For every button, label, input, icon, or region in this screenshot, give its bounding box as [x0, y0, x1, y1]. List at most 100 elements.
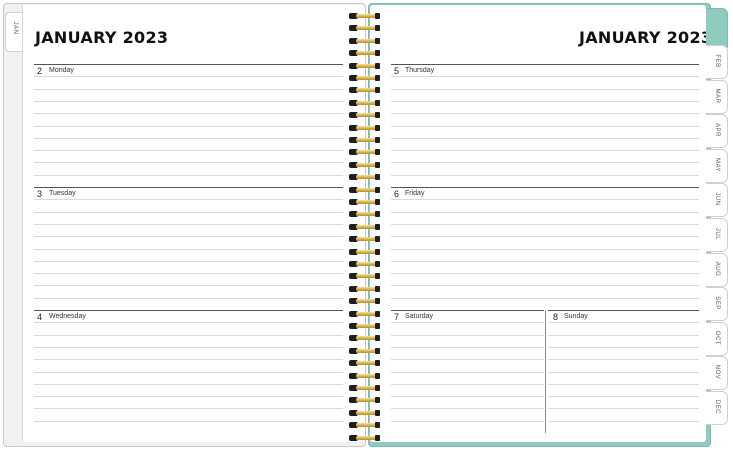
month-tab-feb[interactable]: FEB: [706, 45, 728, 79]
month-tab-label: AUG: [714, 261, 720, 276]
writing-line-sunday: [548, 359, 699, 360]
day-name: Tuesday: [49, 190, 76, 197]
writing-line-thursday: [391, 138, 699, 139]
writing-line-tuesday: [34, 249, 343, 250]
writing-line-monday: [34, 89, 343, 90]
writing-line-sunday: [548, 335, 699, 336]
writing-line-thursday: [391, 101, 699, 102]
writing-line-sunday: [548, 372, 699, 373]
writing-line-thursday: [391, 76, 699, 77]
spiral-ring: [349, 422, 381, 429]
writing-line-tuesday: [34, 273, 343, 274]
spiral-ring: [349, 13, 381, 19]
day-header-tuesday: 3 Tuesday: [34, 187, 343, 199]
writing-line-tuesday: [34, 236, 343, 237]
writing-line-saturday: [391, 347, 544, 348]
writing-line-saturday: [391, 408, 544, 409]
writing-line-friday: [391, 285, 699, 286]
spiral-ring: [349, 323, 381, 329]
spiral-ring: [349, 335, 381, 342]
month-tab-mar[interactable]: MAR: [706, 79, 728, 114]
weekend-divider: [545, 310, 546, 433]
writing-line-thursday: [391, 126, 699, 127]
writing-line-sunday: [548, 421, 699, 422]
writing-line-friday: [391, 236, 699, 237]
month-tab-label: OCT: [714, 330, 720, 345]
day-header-friday: 6 Friday: [391, 187, 699, 199]
day-number: 5: [394, 66, 400, 76]
day-header-sunday: 8 Sunday: [548, 310, 699, 322]
month-tab-dec[interactable]: DEC: [706, 391, 728, 425]
writing-line-wednesday: [34, 408, 343, 409]
writing-line-friday: [391, 224, 699, 225]
spiral-ring: [349, 298, 381, 305]
day-header-wednesday: 4 Wednesday: [34, 310, 343, 322]
writing-line-wednesday: [34, 335, 343, 336]
day-name: Wednesday: [49, 313, 86, 320]
month-tab-may[interactable]: MAY: [706, 148, 728, 183]
day-number: 8: [553, 312, 559, 322]
month-tab-sep[interactable]: SEP: [706, 287, 728, 322]
day-header-thursday: 5 Thursday: [391, 64, 699, 76]
spiral-ring: [349, 397, 381, 404]
writing-line-tuesday: [34, 199, 343, 200]
writing-line-wednesday: [34, 384, 343, 385]
writing-line-monday: [34, 113, 343, 114]
spiral-ring: [349, 174, 381, 181]
spiral-ring: [349, 248, 381, 255]
writing-line-thursday: [391, 175, 699, 176]
writing-line-wednesday: [34, 359, 343, 360]
writing-line-saturday: [391, 322, 544, 323]
month-tab-label: APR: [714, 123, 720, 138]
writing-line-thursday: [391, 113, 699, 114]
writing-line-sunday: [548, 384, 699, 385]
day-name: Friday: [405, 190, 425, 197]
month-tab-nov[interactable]: NOV: [706, 356, 728, 391]
writing-line-saturday: [391, 384, 544, 385]
month-tab-label: MAY: [714, 157, 720, 172]
month-tab-apr[interactable]: APR: [706, 114, 728, 149]
month-tab-jun[interactable]: JUN: [706, 183, 728, 218]
spiral-ring: [349, 37, 381, 44]
spiral-ring: [349, 75, 381, 81]
spiral-ring: [349, 50, 381, 57]
spiral-ring: [349, 223, 381, 230]
writing-line-monday: [34, 101, 343, 102]
writing-line-wednesday: [34, 347, 343, 348]
spiral-ring: [349, 211, 381, 218]
writing-line-friday: [391, 261, 699, 262]
writing-line-thursday: [391, 162, 699, 163]
month-tab-aug[interactable]: AUG: [706, 252, 728, 287]
writing-line-wednesday: [34, 372, 343, 373]
writing-line-sunday: [548, 322, 699, 323]
spiral-ring: [349, 199, 381, 205]
writing-line-sunday: [548, 396, 699, 397]
day-header-saturday: 7 Saturday: [391, 310, 544, 322]
writing-line-thursday: [391, 150, 699, 151]
writing-line-saturday: [391, 372, 544, 373]
writing-line-friday: [391, 298, 699, 299]
spiral-ring: [349, 434, 381, 441]
month-tab-jul[interactable]: JUL: [706, 218, 728, 252]
day-name: Sunday: [564, 313, 588, 320]
writing-line-wednesday: [34, 322, 343, 323]
spiral-ring: [349, 186, 381, 193]
right-page-title: JANUARY 2023: [579, 28, 713, 47]
spiral-ring: [349, 310, 381, 317]
spiral-ring: [349, 261, 381, 267]
spiral-ring: [349, 285, 381, 292]
writing-line-tuesday: [34, 261, 343, 262]
writing-line-monday: [34, 76, 343, 77]
spiral-ring: [349, 347, 381, 354]
day-name: Saturday: [405, 313, 434, 320]
spiral-ring: [349, 236, 381, 243]
spiral-ring: [349, 25, 381, 32]
spiral-ring: [349, 385, 381, 391]
spiral-ring: [349, 112, 381, 119]
spiral-ring: [349, 99, 381, 106]
spiral-ring: [349, 62, 381, 69]
day-header-monday: 2 Monday: [34, 64, 343, 76]
month-tab-jan[interactable]: JAN: [5, 12, 23, 52]
month-tab-oct[interactable]: OCT: [706, 321, 728, 356]
writing-line-tuesday: [34, 298, 343, 299]
